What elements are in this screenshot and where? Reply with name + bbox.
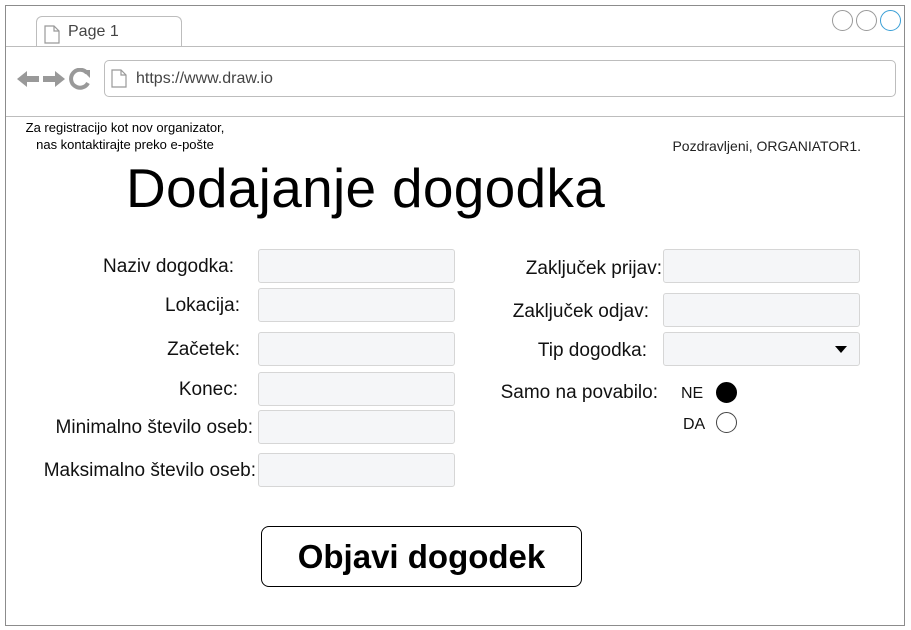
- konec-input[interactable]: [258, 372, 455, 406]
- back-arrow-icon[interactable]: [16, 69, 40, 89]
- greeting-text: Pozdravljeni, ORGANIATOR1.: [672, 138, 861, 154]
- label-tip-dogodka: Tip dogodka:: [537, 340, 647, 361]
- max-oseb-input[interactable]: [258, 453, 455, 487]
- reload-icon[interactable]: [68, 68, 92, 90]
- note-line-1: Za registracijo kot nov organizator,: [25, 120, 225, 135]
- navigation-buttons: [16, 68, 92, 90]
- browser-tab[interactable]: Page 1: [36, 16, 182, 47]
- label-zakljucek-prijav: Zaključek prijav:: [525, 258, 662, 279]
- naziv-dogodka-input[interactable]: [258, 249, 455, 283]
- zacetek-input[interactable]: [258, 332, 455, 366]
- page-icon: [44, 25, 60, 44]
- close-button[interactable]: [880, 10, 901, 31]
- tip-dogodka-select[interactable]: [663, 332, 860, 366]
- label-max-oseb: Maksimalno število oseb:: [43, 460, 256, 481]
- browser-window: Page 1 https://www.draw.io Za registraci…: [5, 5, 905, 626]
- lokacija-input[interactable]: [258, 288, 455, 322]
- note-line-2: nas kontaktirajte preko e-pošte: [36, 137, 214, 152]
- address-bar[interactable]: https://www.draw.io: [104, 60, 896, 97]
- window-controls: [832, 10, 901, 31]
- url-text: https://www.draw.io: [136, 70, 273, 87]
- tab-label: Page 1: [68, 23, 119, 40]
- maximize-button[interactable]: [856, 10, 877, 31]
- tab-divider: [6, 46, 904, 47]
- minimize-button[interactable]: [832, 10, 853, 31]
- radio-da[interactable]: [716, 412, 737, 433]
- label-zacetek: Začetek:: [167, 339, 240, 360]
- label-konec: Konec:: [178, 379, 238, 400]
- objavi-dogodek-button[interactable]: Objavi dogodek: [261, 526, 582, 587]
- label-samo-na-povabilo: Samo na povabilo:: [500, 382, 658, 403]
- label-naziv-dogodka: Naziv dogodka:: [103, 256, 234, 277]
- radio-label-da: DA: [683, 416, 706, 433]
- label-zakljucek-odjav: Zaključek odjav:: [512, 301, 649, 322]
- chevron-down-icon: [835, 346, 847, 353]
- radio-label-ne: NE: [681, 385, 704, 402]
- page-title: Dodajanje dogodka: [126, 157, 606, 219]
- zakljucek-prijav-input[interactable]: [663, 249, 860, 283]
- toolbar-divider: [6, 116, 904, 117]
- zakljucek-odjav-input[interactable]: [663, 293, 860, 327]
- registration-note: Za registracijo kot nov organizator, nas…: [9, 119, 241, 153]
- label-min-oseb: Minimalno število oseb:: [55, 417, 253, 438]
- min-oseb-input[interactable]: [258, 410, 455, 444]
- radio-ne[interactable]: [716, 382, 737, 403]
- forward-arrow-icon[interactable]: [42, 69, 66, 89]
- label-lokacija: Lokacija:: [165, 295, 240, 316]
- page-icon: [111, 69, 127, 88]
